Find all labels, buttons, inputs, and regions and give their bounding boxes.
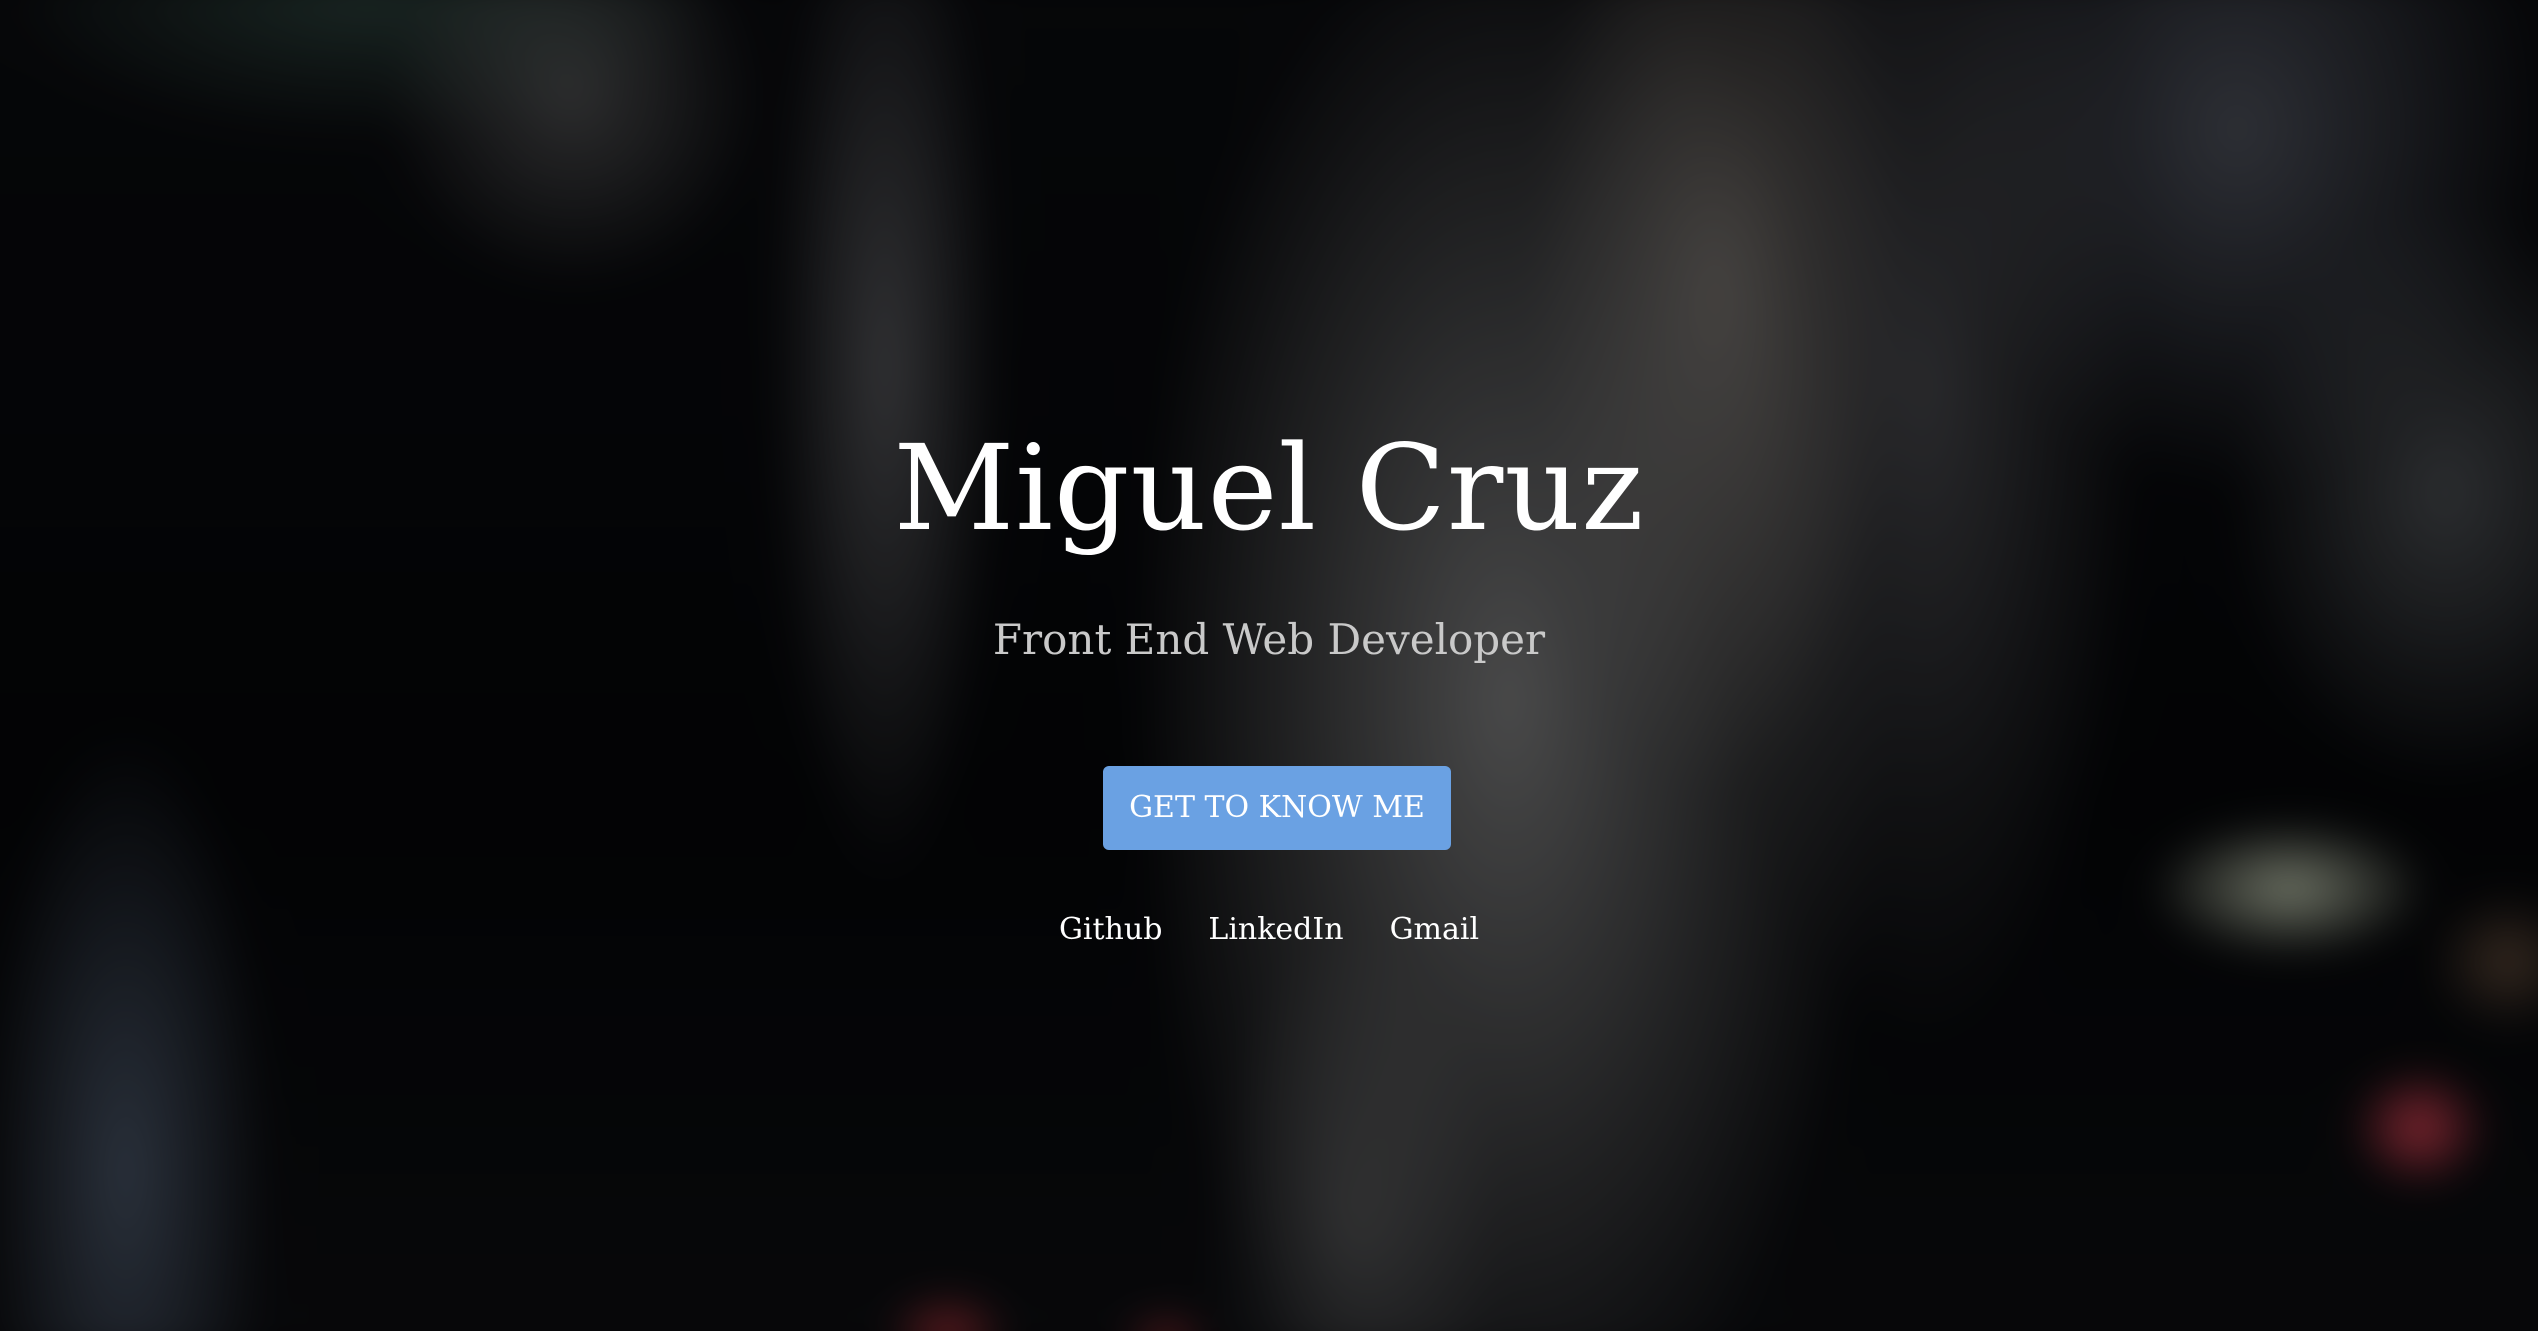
social-links: Github LinkedIn Gmail bbox=[0, 908, 2538, 952]
get-to-know-me-button[interactable]: GET TO KNOW ME bbox=[1103, 766, 1451, 850]
hero-section: Miguel Cruz Front End Web Developer GET … bbox=[0, 0, 2538, 1331]
linkedin-link[interactable]: LinkedIn bbox=[1208, 908, 1343, 952]
hero-name-heading: Miguel Cruz bbox=[893, 419, 1645, 557]
hero-subtitle: Front End Web Developer bbox=[992, 615, 1546, 664]
hero-content: Miguel Cruz Front End Web Developer GET … bbox=[0, 0, 2538, 1331]
github-link[interactable]: Github bbox=[1059, 908, 1162, 952]
gmail-link[interactable]: Gmail bbox=[1390, 908, 1480, 952]
